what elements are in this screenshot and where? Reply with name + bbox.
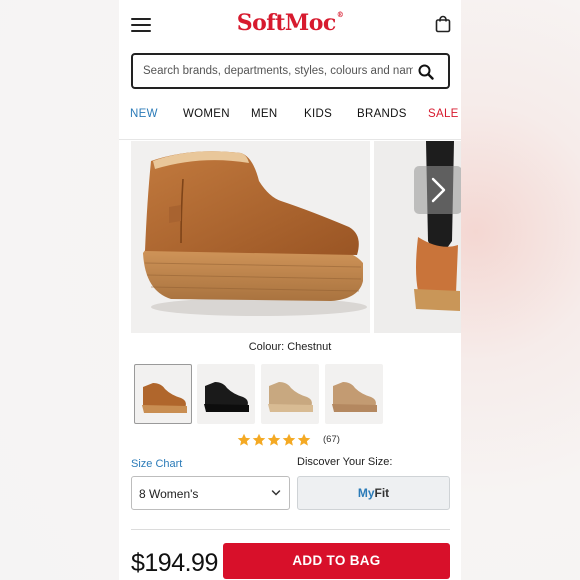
swatch-boot-black xyxy=(204,382,249,412)
nav-item-kids[interactable]: KIDS xyxy=(304,108,332,120)
swatch-tan[interactable] xyxy=(325,364,383,424)
search-input[interactable] xyxy=(143,62,413,80)
softmoc-logo[interactable]: SoftMoc® xyxy=(119,10,461,36)
gallery-next-button[interactable] xyxy=(414,166,461,214)
nav-divider xyxy=(119,139,461,140)
phone-screen: SoftMoc® NEW WOMEN MEN KIDS BRANDS SALE xyxy=(119,0,461,580)
product-price: $194.99 xyxy=(131,549,218,577)
myfit-fit-text: Fit xyxy=(374,486,390,500)
swatch-sand[interactable] xyxy=(261,364,319,424)
size-chart-link[interactable]: Size Chart xyxy=(131,458,182,470)
myfit-button[interactable]: MyFit xyxy=(297,476,450,510)
category-nav: NEW WOMEN MEN KIDS BRANDS SALE xyxy=(119,108,461,126)
chevron-down-icon xyxy=(271,490,281,496)
colour-swatches xyxy=(134,364,454,424)
swatch-chestnut[interactable] xyxy=(134,364,192,424)
nav-item-sale[interactable]: SALE xyxy=(428,108,459,120)
review-count[interactable]: (67) xyxy=(323,434,340,445)
nav-item-brands[interactable]: BRANDS xyxy=(357,108,407,120)
product-image-main[interactable] xyxy=(131,141,370,333)
star-icon xyxy=(237,433,251,446)
swatch-boot-sand xyxy=(268,382,313,412)
swatch-boot-chestnut xyxy=(142,383,187,413)
shopping-bag-icon[interactable] xyxy=(435,15,451,33)
product-image-gallery[interactable] xyxy=(131,141,461,333)
product-rating[interactable]: (67) xyxy=(237,433,357,447)
star-icon xyxy=(252,433,266,446)
size-select[interactable]: 8 Women's xyxy=(131,476,290,510)
nav-item-men[interactable]: MEN xyxy=(251,108,277,120)
search-icon[interactable] xyxy=(418,64,434,80)
colour-label: Colour: Chestnut xyxy=(248,341,332,353)
add-to-bag-button[interactable]: ADD TO BAG xyxy=(223,543,450,579)
discover-size-label: Discover Your Size: xyxy=(297,456,393,468)
size-select-value: 8 Women's xyxy=(139,487,199,501)
price-divider xyxy=(131,529,450,530)
logo-text: SoftMoc xyxy=(236,10,337,36)
star-icon xyxy=(282,433,296,446)
nav-item-new[interactable]: NEW xyxy=(130,108,158,120)
swatch-boot-tan xyxy=(332,382,377,412)
myfit-my-text: My xyxy=(357,486,375,500)
search-bar[interactable] xyxy=(131,53,450,89)
star-icon xyxy=(267,433,281,446)
nav-item-women[interactable]: WOMEN xyxy=(183,108,230,120)
star-icon xyxy=(297,433,311,446)
swatch-black[interactable] xyxy=(197,364,255,424)
logo-registered-mark: ® xyxy=(336,10,344,19)
boot-illustration xyxy=(143,151,367,316)
chevron-right-icon xyxy=(431,177,446,203)
